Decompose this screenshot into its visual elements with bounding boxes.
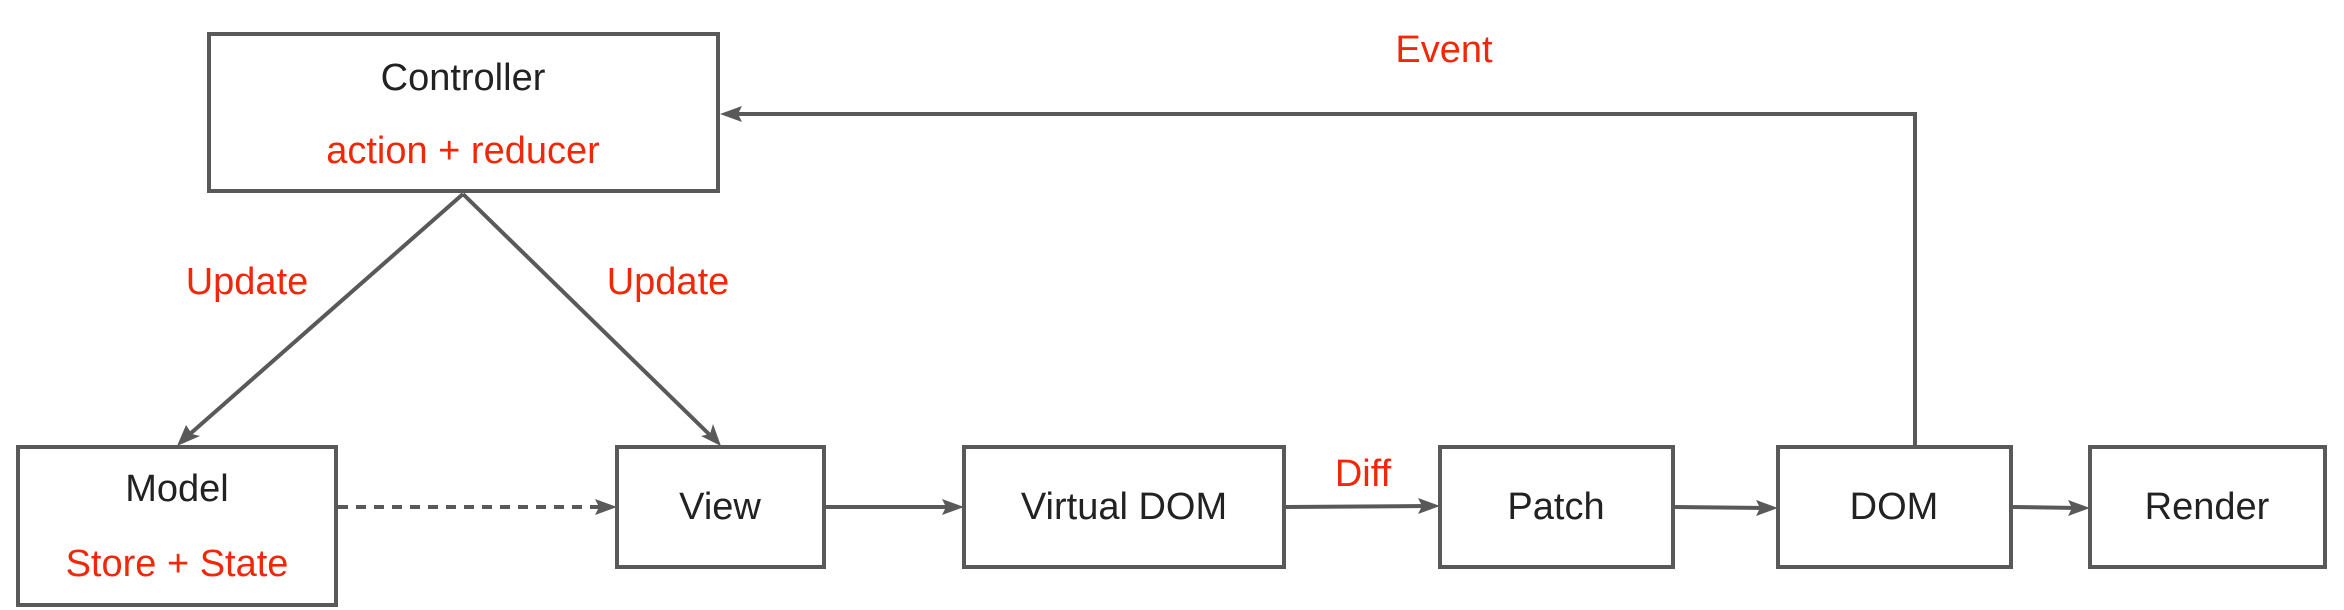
edge-virtual-dom-to-patch xyxy=(1285,504,1429,509)
node-dom: DOM xyxy=(1776,445,2013,569)
diagram: Controller action + reducer Model Store … xyxy=(16,29,2327,607)
node-virtual-dom: Virtual DOM xyxy=(962,445,1286,569)
edge-dom-to-render xyxy=(2012,505,2079,510)
patch-title: Patch xyxy=(1507,486,1604,528)
node-controller: Controller action + reducer xyxy=(207,32,720,193)
dom-title: DOM xyxy=(1850,486,1939,528)
edge-controller-to-view xyxy=(461,192,718,443)
node-view: View xyxy=(615,445,826,569)
edge-controller-to-model xyxy=(180,192,465,443)
view-title: View xyxy=(679,486,761,528)
node-patch: Patch xyxy=(1438,445,1675,569)
controller-title: Controller xyxy=(381,57,546,99)
virtual-dom-title: Virtual DOM xyxy=(1021,486,1227,528)
label-event: Event xyxy=(1395,29,1493,71)
controller-subtitle: action + reducer xyxy=(326,130,600,172)
render-title: Render xyxy=(2145,486,2270,528)
label-update-model: Update xyxy=(186,261,309,303)
edge-dom-to-controller xyxy=(734,112,1917,445)
model-subtitle: Store + State xyxy=(66,543,289,585)
edge-patch-to-dom xyxy=(1674,505,1767,510)
label-diff: Diff xyxy=(1335,453,1392,495)
node-model: Model Store + State xyxy=(16,445,338,607)
model-title: Model xyxy=(125,468,229,510)
label-update-view: Update xyxy=(607,261,730,303)
node-render: Render xyxy=(2088,445,2327,569)
